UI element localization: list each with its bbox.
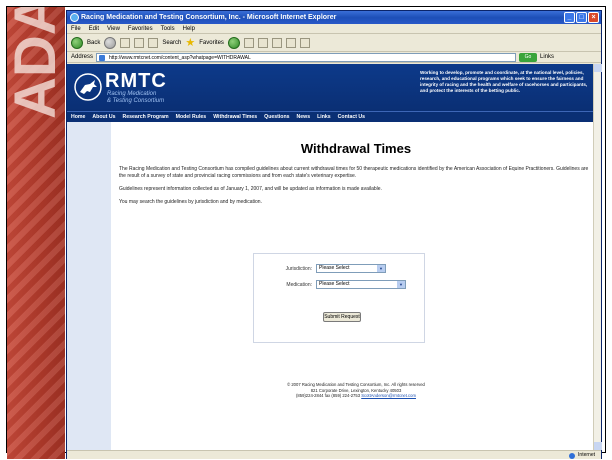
nav-home[interactable]: Home <box>71 114 85 120</box>
scroll-up-icon[interactable] <box>594 64 602 72</box>
adas-text-vertical: ADAS <box>7 7 65 119</box>
guidelines-paragraph: Guidelines represent information collect… <box>119 186 382 192</box>
favorites-label[interactable]: Favorites <box>199 40 224 46</box>
page-viewport: RMTC Racing Medication & Testing Consort… <box>67 64 601 450</box>
title-bar: Racing Medication and Testing Consortium… <box>67 11 601 24</box>
nav-news[interactable]: News <box>297 114 311 120</box>
footer-email-link[interactable]: ScottAnderson@rmtcnet.com <box>361 393 416 398</box>
address-value: http://www.rmtcnet.com/content_asp?whatp… <box>109 54 251 61</box>
nav-research-program[interactable]: Research Program <box>122 114 168 120</box>
adas-banner-text: ADAS <box>7 7 65 125</box>
favorites-star-icon[interactable]: ★ <box>185 37 195 49</box>
scroll-down-icon[interactable] <box>594 442 602 450</box>
menu-help[interactable]: Help <box>183 24 195 33</box>
logo-subtitle-1: Racing Medication <box>107 91 157 97</box>
mail-icon[interactable] <box>257 37 268 48</box>
toolbar: Back Search ★ Favorites <box>67 34 601 52</box>
page-footer: © 2007 Racing Medication and Testing Con… <box>111 382 601 399</box>
nav-about-us[interactable]: About Us <box>92 114 115 120</box>
history-icon[interactable] <box>243 37 254 48</box>
links-label[interactable]: Links <box>540 54 554 60</box>
logo-subtitle-2: & Testing Consortium <box>107 98 165 104</box>
refresh-icon[interactable] <box>134 37 145 48</box>
footer-contact: (859)224-2844 fax (859) 224-2753 ScottAn… <box>111 393 601 399</box>
back-label[interactable]: Back <box>87 40 100 46</box>
footer-phone: (859)224-2844 fax (859) 224-2753 <box>296 393 361 398</box>
window-title: Racing Medication and Testing Consortium… <box>81 14 337 21</box>
medication-label: Medication: <box>286 282 312 288</box>
submit-request-button[interactable]: Submit Request <box>323 312 361 322</box>
menu-edit[interactable]: Edit <box>89 24 99 33</box>
left-sidebar <box>67 122 111 450</box>
close-button[interactable]: × <box>588 12 599 23</box>
nav-links[interactable]: Links <box>317 114 331 120</box>
content-area: Withdrawal Times The Racing Medication a… <box>67 122 601 450</box>
nav-contact-us[interactable]: Contact Us <box>338 114 365 120</box>
main-content: Withdrawal Times The Racing Medication a… <box>111 122 601 450</box>
print-icon[interactable] <box>271 37 282 48</box>
jurisdiction-select[interactable]: Please Select ▼ <box>316 264 386 273</box>
chevron-down-icon: ▼ <box>397 281 405 288</box>
site-nav: Home About Us Research Program Model Rul… <box>67 111 601 122</box>
horse-logo-icon <box>74 73 102 101</box>
adas-banner: ADAS <box>7 7 65 459</box>
go-button[interactable]: Go <box>519 52 538 62</box>
nav-questions[interactable]: Questions <box>264 114 289 120</box>
address-input[interactable]: http://www.rmtcnet.com/content_asp?whatp… <box>96 52 517 62</box>
forward-icon[interactable] <box>104 36 117 49</box>
messenger-icon[interactable] <box>299 37 310 48</box>
address-label: Address <box>71 54 94 60</box>
search-form: Jurisdiction: Please Select ▼ Medication… <box>253 253 425 343</box>
menu-file[interactable]: File <box>71 24 81 33</box>
maximize-button[interactable]: □ <box>576 12 587 23</box>
menu-tools[interactable]: Tools <box>161 24 175 33</box>
stop-icon[interactable] <box>120 37 131 48</box>
medication-select[interactable]: Please Select ▼ <box>316 280 406 289</box>
vertical-scrollbar[interactable] <box>593 64 602 450</box>
search-label[interactable]: Search <box>162 40 181 46</box>
browser-window: Racing Medication and Testing Consortium… <box>66 10 602 459</box>
intro-paragraph: The Racing Medication and Testing Consor… <box>119 166 589 179</box>
medication-value: Please Select <box>319 281 350 287</box>
menu-favorites[interactable]: Favorites <box>128 24 153 33</box>
ie-icon <box>70 13 79 22</box>
menu-view[interactable]: View <box>107 24 120 33</box>
globe-icon <box>569 452 576 459</box>
home-icon[interactable] <box>148 37 159 48</box>
slide-frame: ADAS Racing Medication and Testing Conso… <box>0 0 612 459</box>
status-bar: Internet <box>67 450 601 459</box>
mission-statement: Working to develop, promote and coordina… <box>420 70 588 93</box>
jurisdiction-label: Jurisdiction: <box>285 266 312 272</box>
site-header: RMTC Racing Medication & Testing Consort… <box>67 64 601 111</box>
media-icon[interactable] <box>227 36 240 49</box>
page-title: Withdrawal Times <box>300 141 412 156</box>
minimize-button[interactable]: _ <box>564 12 575 23</box>
nav-withdrawal-times[interactable]: Withdrawal Times <box>213 114 257 120</box>
jurisdiction-value: Please Select <box>319 265 350 271</box>
site-logo[interactable]: RMTC <box>105 70 167 93</box>
address-bar: Address http://www.rmtcnet.com/content_a… <box>67 52 601 63</box>
menu-bar: File Edit View Favorites Tools Help <box>67 24 601 34</box>
back-icon[interactable] <box>71 36 83 49</box>
window-controls: _ □ × <box>564 12 599 23</box>
page-icon <box>99 54 106 61</box>
nav-model-rules[interactable]: Model Rules <box>176 114 207 120</box>
chevron-down-icon: ▼ <box>377 265 385 272</box>
search-paragraph: You may search the guidelines by jurisdi… <box>119 199 262 205</box>
edit-icon[interactable] <box>285 37 296 48</box>
